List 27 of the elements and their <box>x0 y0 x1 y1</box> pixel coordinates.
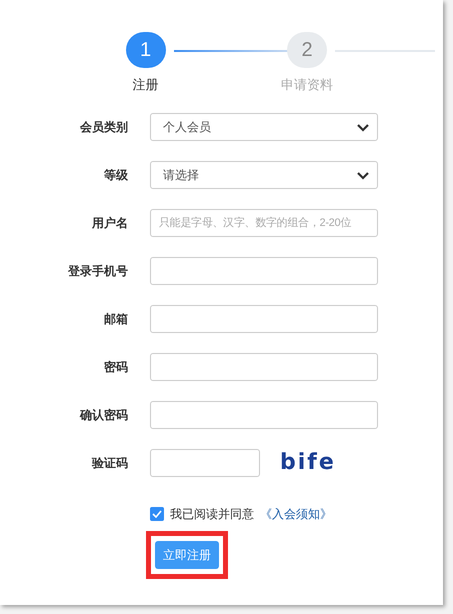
field-label: 确认密码 <box>78 406 129 424</box>
terms-link[interactable]: 《入会须知》 <box>260 504 332 522</box>
step-label: 注册 <box>132 76 158 94</box>
agreement-text: 我已阅读并同意 <box>170 506 254 522</box>
captcha-image[interactable]: bife <box>280 446 336 479</box>
field-label: 会员类别 <box>79 118 129 136</box>
input-field[interactable] <box>150 256 378 284</box>
input-field[interactable] <box>150 400 378 428</box>
check-icon <box>152 510 162 518</box>
step-number: 1 <box>126 32 166 68</box>
field-label: 用户名 <box>91 214 129 232</box>
step-label: 申请资料 <box>281 76 333 94</box>
field-label: 密码 <box>103 358 129 376</box>
field-label: 登录手机号 <box>66 262 129 280</box>
field-label: 等级 <box>103 166 129 184</box>
checkbox[interactable] <box>150 506 164 520</box>
input-field[interactable] <box>150 352 378 380</box>
input-field[interactable]: 只能是字母、汉字、数字的组合，2-20位 <box>150 208 378 236</box>
chevron-down-icon <box>357 124 369 132</box>
chevron-down-icon <box>357 172 369 180</box>
select-field[interactable]: 个人会员 <box>150 112 378 140</box>
input-field[interactable] <box>150 448 260 476</box>
field-label: 验证码 <box>90 454 129 472</box>
field-label: 邮箱 <box>103 310 129 328</box>
step-number: 2 <box>287 32 327 68</box>
input-field[interactable] <box>150 304 378 332</box>
select-field[interactable]: 请选择 <box>150 160 378 188</box>
